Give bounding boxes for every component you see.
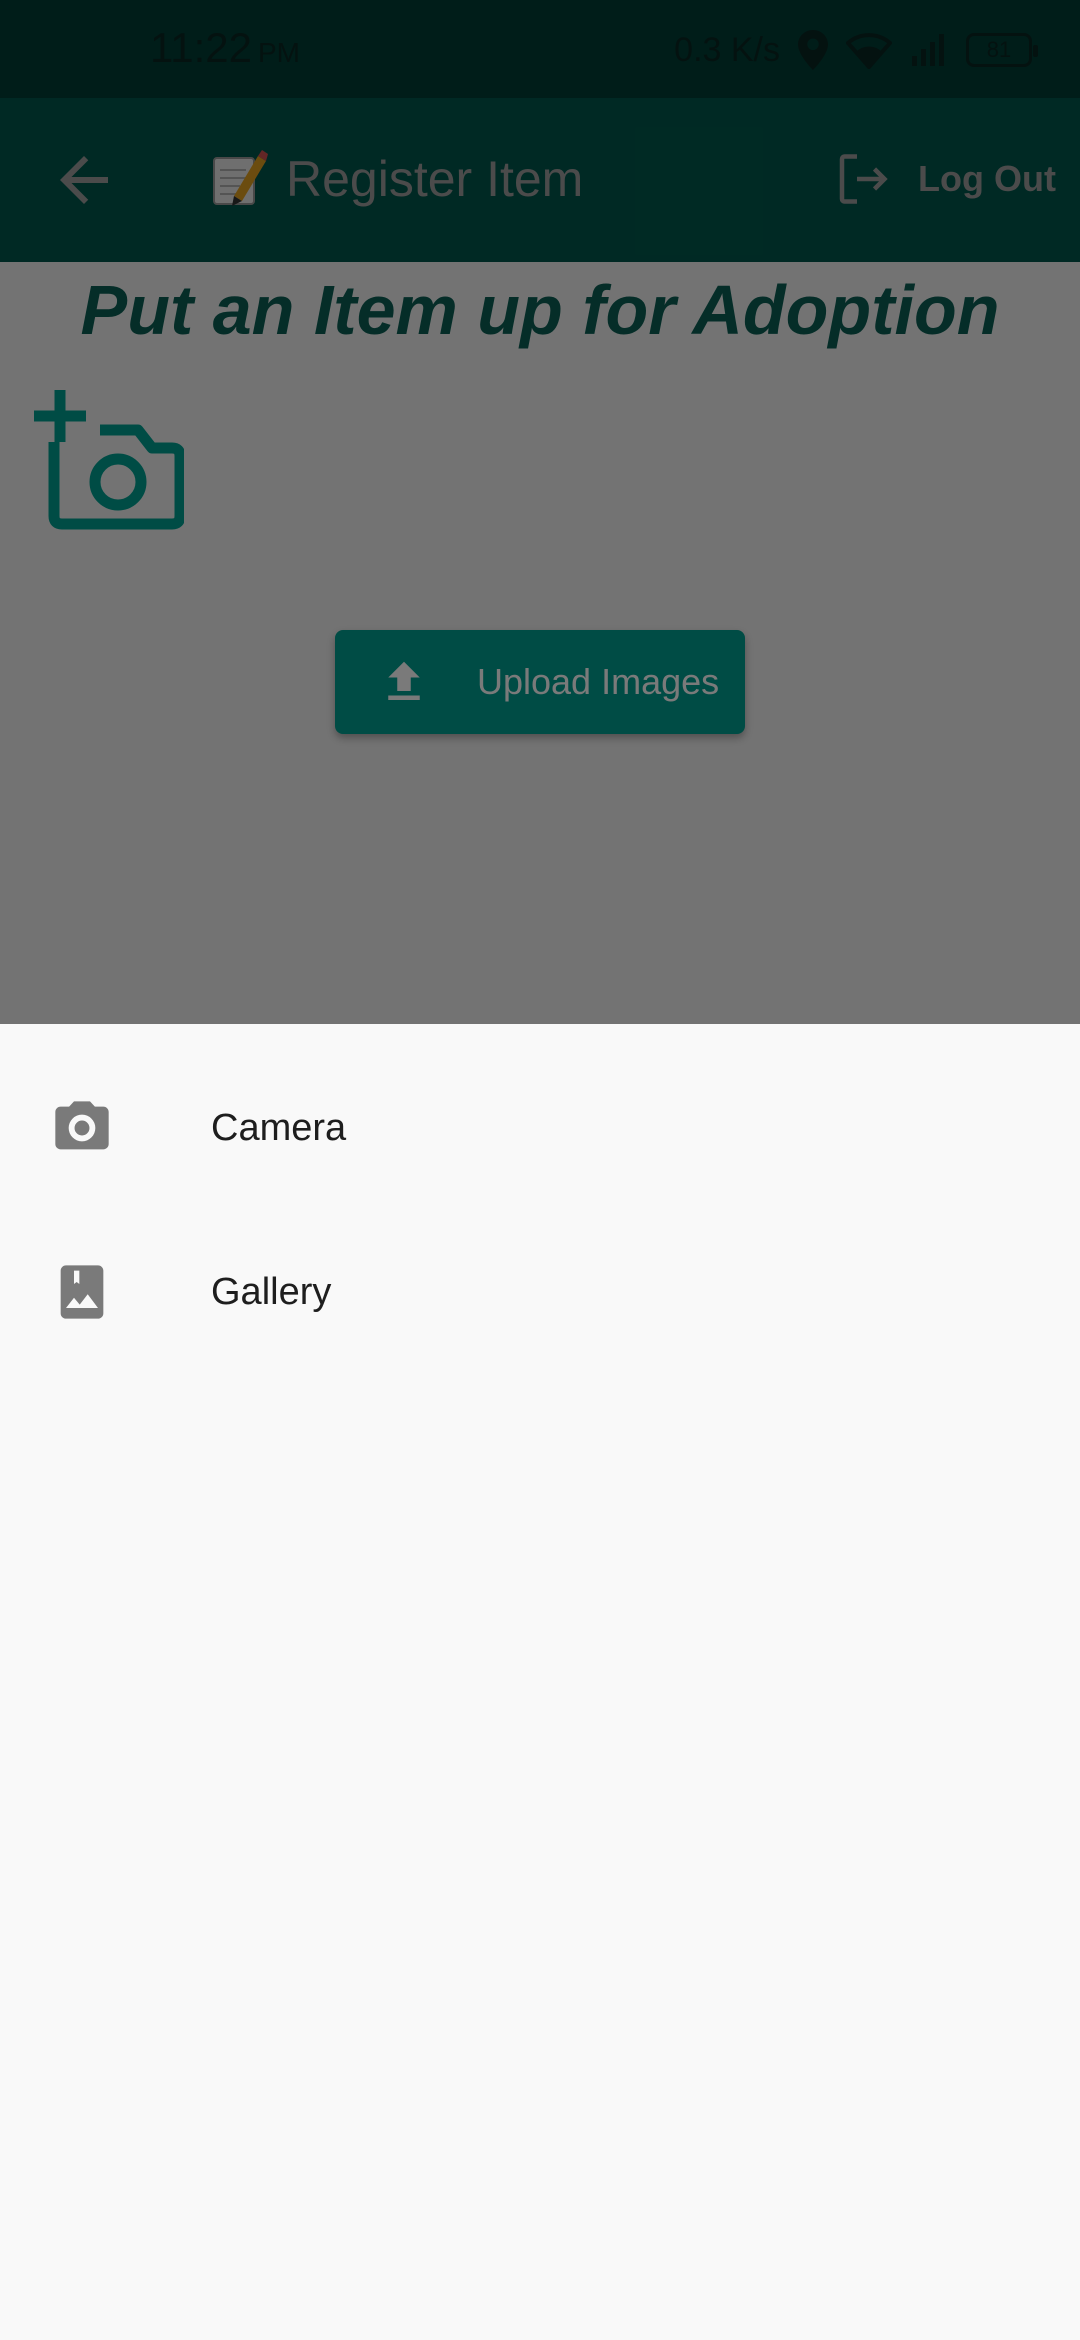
app-title: Register Item <box>286 151 584 207</box>
camera-icon <box>55 1101 109 1150</box>
sheet-item-camera[interactable]: Camera <box>0 1046 1080 1210</box>
app-bar: Register Item Log Out <box>0 98 1080 262</box>
battery-level: 81 <box>986 37 1012 62</box>
wifi-icon <box>846 33 892 69</box>
upload-images-button[interactable]: Upload Images <box>335 630 745 734</box>
screen: 11:22 PM 0.3 K/s 81 Register Item Log Ou… <box>0 0 1080 2340</box>
status-time: 11:22 PM <box>150 24 300 72</box>
logout-button[interactable]: Log Out <box>832 146 1056 212</box>
register-form: Put an Item up for Adoption Upload Image… <box>0 262 1080 1024</box>
add-photo-icon[interactable] <box>34 390 184 530</box>
status-clock: 11:22 <box>150 24 252 71</box>
gallery-label: Gallery <box>211 1270 332 1313</box>
signal-icon <box>912 34 944 66</box>
status-ampm: PM <box>258 37 300 68</box>
image-source-sheet: Camera Gallery <box>0 1024 1080 2340</box>
back-arrow-icon[interactable] <box>48 144 120 216</box>
status-indicators: 0.3 K/s 81 <box>674 24 1038 76</box>
page-headline: Put an Item up for Adoption <box>80 271 1000 349</box>
network-speed: 0.3 K/s <box>674 30 780 69</box>
status-bar: 11:22 PM 0.3 K/s 81 <box>0 0 1080 98</box>
sheet-item-gallery[interactable]: Gallery <box>0 1210 1080 1374</box>
memo-pencil-icon <box>213 150 268 206</box>
logout-label: Log Out <box>918 158 1056 199</box>
logout-icon <box>839 154 888 204</box>
location-icon <box>798 30 828 70</box>
battery-indicator: 81 <box>966 33 1038 67</box>
upload-images-label: Upload Images <box>477 661 720 702</box>
camera-label: Camera <box>211 1106 347 1149</box>
upload-icon <box>388 661 420 700</box>
gallery-icon <box>60 1265 104 1319</box>
